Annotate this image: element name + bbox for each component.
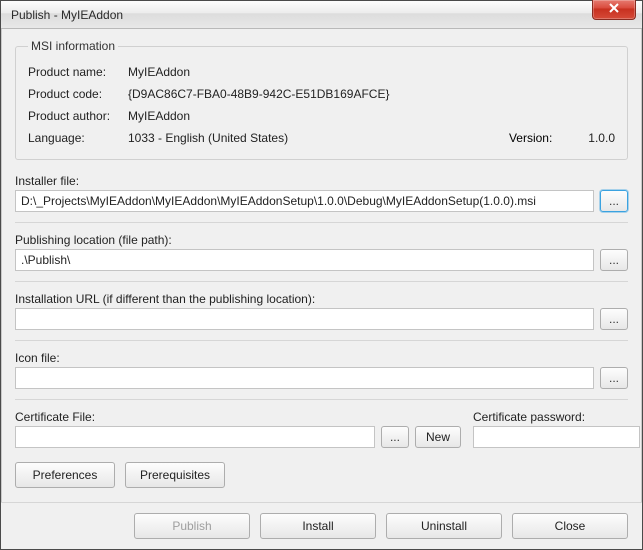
product-code-value: {D9AC86C7-FBA0-48B9-942C-E51DB169AFCE} — [128, 87, 389, 101]
separator — [15, 222, 628, 223]
certificate-file-browse-button[interactable]: ... — [381, 426, 409, 448]
close-button[interactable]: Close — [512, 513, 628, 539]
product-author-value: MyIEAddon — [128, 109, 190, 123]
product-code-label: Product code: — [28, 87, 128, 101]
separator — [15, 340, 628, 341]
installation-url-browse-button[interactable]: ... — [600, 308, 628, 330]
installer-file-input[interactable] — [15, 190, 594, 212]
icon-file-label: Icon file: — [15, 351, 628, 365]
close-window-button[interactable] — [592, 0, 636, 20]
language-value: 1033 - English (United States) — [128, 131, 288, 145]
product-name-value: MyIEAddon — [128, 65, 190, 79]
version-label: Version: — [509, 131, 552, 145]
preferences-button[interactable]: Preferences — [15, 462, 115, 488]
install-button[interactable]: Install — [260, 513, 376, 539]
content-area: MSI information Product name: MyIEAddon … — [1, 29, 642, 500]
installer-file-label: Installer file: — [15, 174, 628, 188]
certificate-file-input[interactable] — [15, 426, 375, 448]
msi-information-group: MSI information Product name: MyIEAddon … — [15, 39, 628, 160]
separator — [15, 399, 628, 400]
close-icon — [608, 2, 620, 17]
separator — [15, 281, 628, 282]
uninstall-button[interactable]: Uninstall — [386, 513, 502, 539]
certificate-password-input[interactable] — [473, 426, 640, 448]
publishing-location-input[interactable] — [15, 249, 594, 271]
msi-legend: MSI information — [28, 39, 118, 53]
product-name-label: Product name: — [28, 65, 128, 79]
footer-buttons: Publish Install Uninstall Close — [1, 502, 642, 549]
publish-button[interactable]: Publish — [134, 513, 250, 539]
dialog-window: Publish - MyIEAddon MSI information Prod… — [0, 0, 643, 550]
publishing-location-label: Publishing location (file path): — [15, 233, 628, 247]
product-author-label: Product author: — [28, 109, 128, 123]
installation-url-input[interactable] — [15, 308, 594, 330]
certificate-password-label: Certificate password: — [473, 410, 628, 424]
installation-url-label: Installation URL (if different than the … — [15, 292, 628, 306]
icon-file-browse-button[interactable]: ... — [600, 367, 628, 389]
window-title: Publish - MyIEAddon — [11, 8, 123, 22]
titlebar: Publish - MyIEAddon — [1, 1, 642, 29]
certificate-new-button[interactable]: New — [415, 426, 461, 448]
language-label: Language: — [28, 131, 128, 145]
certificate-file-label: Certificate File: — [15, 410, 461, 424]
installer-browse-button[interactable]: ... — [600, 190, 628, 212]
version-value: 1.0.0 — [588, 131, 615, 145]
publishing-location-browse-button[interactable]: ... — [600, 249, 628, 271]
prerequisites-button[interactable]: Prerequisites — [125, 462, 225, 488]
icon-file-input[interactable] — [15, 367, 594, 389]
